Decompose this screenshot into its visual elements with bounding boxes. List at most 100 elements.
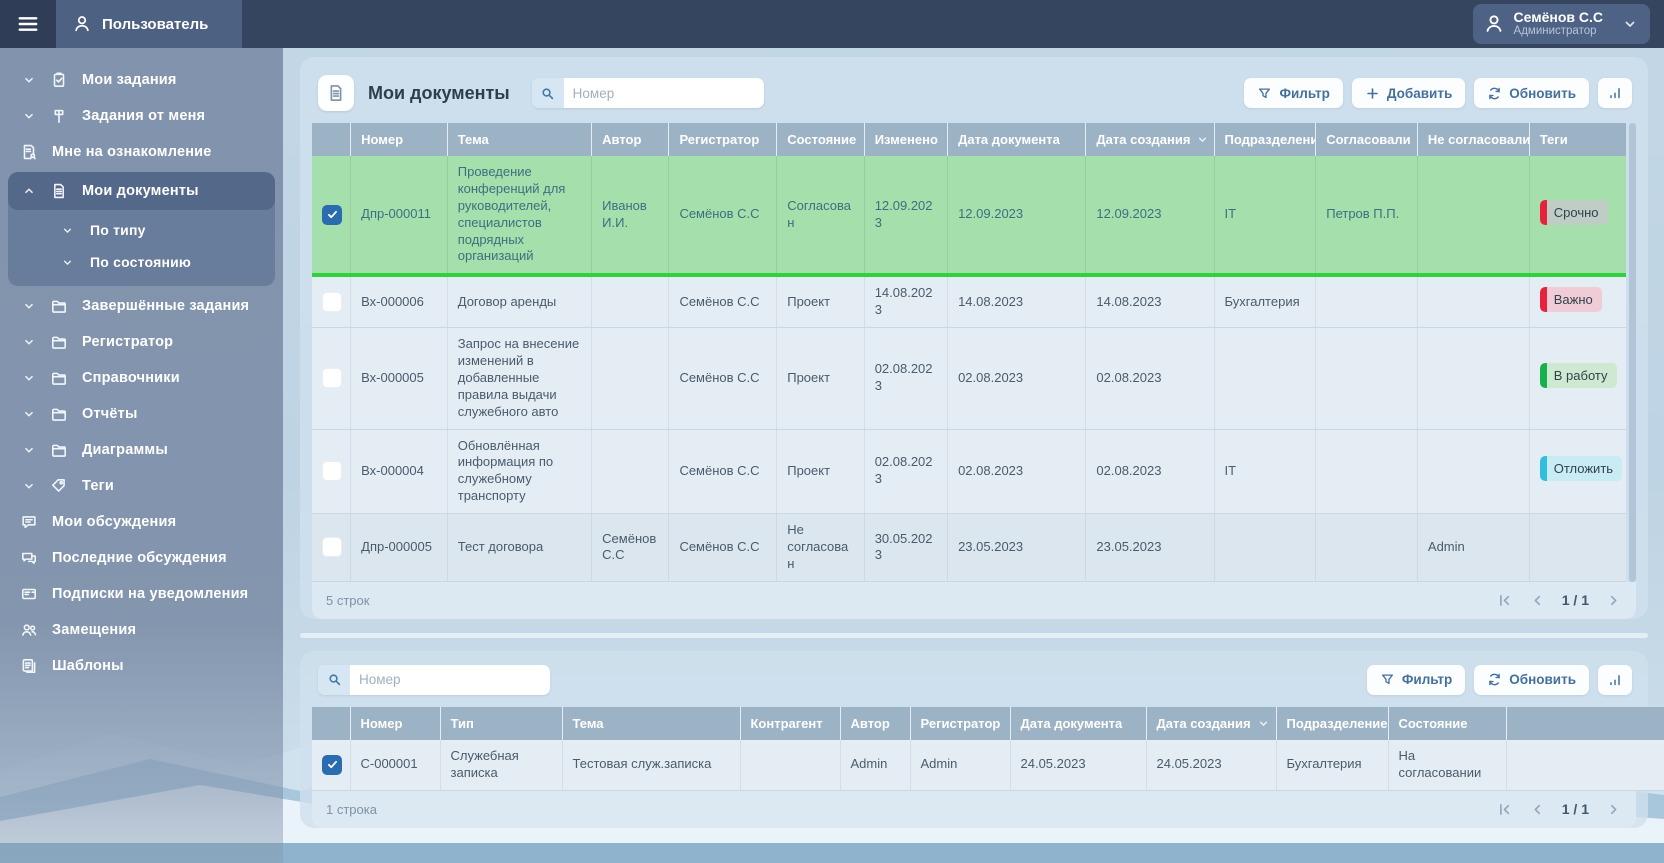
column-header-theme[interactable]: Тема <box>562 706 741 740</box>
page-title: Мои документы <box>368 82 510 103</box>
cell-type: Служебная записка <box>440 739 563 791</box>
refresh-button[interactable]: Обновить <box>1474 78 1589 108</box>
chevron-down-icon <box>14 73 44 87</box>
sidebar-item-5[interactable]: Регистратор <box>8 324 275 360</box>
column-header-created[interactable]: Дата создания <box>1146 706 1277 740</box>
document-row-3[interactable]: Вх-000004 Обновлённая информация по служе… <box>312 429 1626 515</box>
sidebar-item-0[interactable]: Мои задания <box>8 62 275 98</box>
cell-department <box>1214 513 1317 582</box>
chevron-up-icon <box>14 184 44 198</box>
first-page-button[interactable] <box>1496 801 1513 818</box>
column-header-created[interactable]: Дата создания <box>1085 123 1215 156</box>
row-checkbox[interactable] <box>322 292 342 313</box>
column-header-author[interactable]: Автор <box>591 123 670 156</box>
column-header-state[interactable]: Состояние <box>1388 706 1507 740</box>
search-icon <box>318 664 350 695</box>
filter-button[interactable]: Фильтр <box>1244 78 1343 108</box>
documents-search <box>531 78 764 108</box>
column-header-author[interactable]: Автор <box>840 706 911 740</box>
document-icon <box>318 75 354 111</box>
next-page-button[interactable] <box>1605 592 1622 609</box>
chart-view-button[interactable] <box>1598 78 1632 108</box>
current-user-menu[interactable]: Семёнов С.С Администратор <box>1472 4 1650 44</box>
sidebar-subitem-1[interactable]: По состоянию <box>8 246 275 278</box>
column-header-modified[interactable]: Изменено <box>864 123 949 156</box>
chevron-down-icon <box>14 407 44 421</box>
cell-not_approved <box>1417 327 1530 430</box>
sidebar-item-7[interactable]: Отчёты <box>8 396 275 432</box>
column-header-doc_date[interactable]: Дата документа <box>1010 706 1147 740</box>
filter-button[interactable]: Фильтр <box>1366 664 1466 695</box>
cell-state: Не согласован <box>776 513 865 582</box>
next-page-button[interactable] <box>1605 801 1622 818</box>
cell-department <box>1214 327 1317 430</box>
sidebar-item-6[interactable]: Справочники <box>8 360 275 396</box>
row-checkbox[interactable] <box>322 537 342 558</box>
sidebar-item-1[interactable]: Задания от меня <box>8 98 275 134</box>
document-row-4[interactable]: Дпр-000005 Тест договора Семёнов С.С Семёно… <box>312 513 1626 582</box>
row-checkbox[interactable] <box>322 368 342 389</box>
document-row-2[interactable]: Вх-000005 Запрос на внесение изменений в … <box>312 327 1626 430</box>
table-scrollbar[interactable] <box>1629 123 1636 582</box>
tag-color-bar <box>1539 363 1547 389</box>
sidebar-item-13[interactable]: Замещения <box>8 612 275 648</box>
chart-view-button[interactable] <box>1598 664 1632 695</box>
registry-row-0[interactable]: С-000001 Служебная записка Тестовая служ.з… <box>312 739 1664 791</box>
cell-doc_date: 12.09.2023 <box>947 156 1087 278</box>
column-header-theme[interactable]: Тема <box>447 123 593 156</box>
document-row-1[interactable]: Вх-000006 Договор аренды Семёнов С.С Проект… <box>312 275 1626 329</box>
cell-author: Admin <box>840 739 911 791</box>
sidebar-item-4[interactable]: Завершённые задания <box>8 288 275 324</box>
sidebar-item-8[interactable]: Диаграммы <box>8 432 275 468</box>
sidebar-subitem-0[interactable]: По типу <box>8 214 275 246</box>
sidebar-item-12[interactable]: Подписки на уведомления <box>8 576 275 612</box>
cell-not_approved <box>1417 429 1530 515</box>
row-checkbox-checked[interactable] <box>322 204 342 225</box>
row-select-cell <box>312 429 352 515</box>
column-header-department[interactable]: Подразделение <box>1276 706 1389 740</box>
documents-search-input[interactable] <box>563 78 764 108</box>
refresh-button[interactable]: Обновить <box>1474 664 1589 695</box>
tag-color-bar <box>1539 199 1547 225</box>
cell-num: Вх-000006 <box>350 275 448 329</box>
column-header-department[interactable]: Подразделение <box>1214 123 1317 156</box>
row-checkbox-checked[interactable] <box>322 754 342 775</box>
column-header-counterparty[interactable]: Контрагент <box>740 706 841 740</box>
column-header-num[interactable]: Номер <box>350 123 448 156</box>
sidebar-item-9[interactable]: Теги <box>8 468 275 504</box>
column-header-state[interactable]: Состояние <box>776 123 865 156</box>
sidebar-item-10[interactable]: Мои обсуждения <box>8 504 275 540</box>
add-button[interactable]: Добавить <box>1351 78 1466 108</box>
sidebar-item-3[interactable]: Мои документы <box>8 172 275 210</box>
previous-page-button[interactable] <box>1529 592 1546 609</box>
column-header-approved[interactable]: Согласовали <box>1315 123 1418 156</box>
sidebar-item-label: Регистратор <box>82 334 174 350</box>
sidebar-item-14[interactable]: Шаблоны <box>8 648 275 684</box>
first-page-button[interactable] <box>1496 592 1513 609</box>
document-row-0[interactable]: Дпр-000011 Проведение конференций для рук… <box>312 156 1626 278</box>
column-header-num[interactable]: Номер <box>350 706 441 740</box>
cell-counterparty <box>740 739 841 791</box>
column-header-extra[interactable] <box>1506 706 1664 740</box>
cell-created: 23.05.2023 <box>1085 513 1215 582</box>
registry-search-input[interactable] <box>350 664 550 695</box>
panel-splitter[interactable] <box>300 632 1648 638</box>
column-header-tag[interactable]: Теги <box>1529 123 1626 156</box>
sidebar-item-2[interactable]: Мне на ознакомление <box>8 134 275 170</box>
cell-num: Дпр-000011 <box>350 156 448 278</box>
menu-button[interactable] <box>0 0 56 48</box>
previous-page-button[interactable] <box>1529 801 1546 818</box>
cell-state: На согласовании <box>1388 739 1507 791</box>
user-tab-label: Пользователь <box>102 15 209 33</box>
column-header-registrar[interactable]: Регистратор <box>910 706 1011 740</box>
sidebar-item-11[interactable]: Последние обсуждения <box>8 540 275 576</box>
row-checkbox[interactable] <box>322 461 342 482</box>
user-section-tab[interactable]: Пользователь <box>56 0 243 48</box>
column-header-doc_date[interactable]: Дата документа <box>947 123 1087 156</box>
column-header-registrar[interactable]: Регистратор <box>668 123 778 156</box>
documents-table: Номер Тема Автор Регистратор Состояние Измене… <box>312 123 1626 582</box>
cell-author: Семёнов С.С <box>591 513 670 582</box>
cell-created: 02.08.2023 <box>1085 327 1215 430</box>
column-header-not_approved[interactable]: Не согласовали <box>1417 123 1530 156</box>
column-header-type[interactable]: Тип <box>440 706 563 740</box>
